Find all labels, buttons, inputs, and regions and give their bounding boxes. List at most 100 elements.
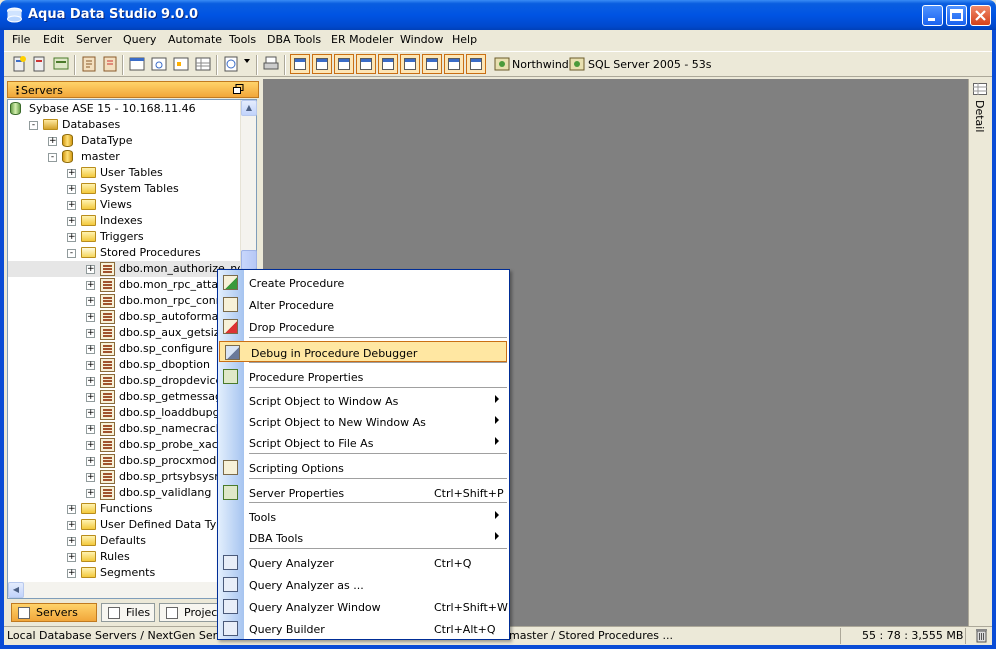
context-menu-item[interactable]: Query Analyzer as ... xyxy=(218,574,509,595)
scroll-up-icon[interactable]: ▲ xyxy=(241,100,257,116)
expand-icon[interactable]: + xyxy=(67,185,76,194)
expand-icon[interactable]: + xyxy=(67,537,76,546)
context-menu-item[interactable]: Create Procedure xyxy=(218,272,509,293)
scroll-left-icon[interactable]: ◀ xyxy=(8,582,24,598)
expand-icon[interactable]: + xyxy=(86,281,95,290)
expand-icon[interactable]: + xyxy=(67,233,76,242)
menu-er-modeler[interactable]: ER Modeler xyxy=(331,33,393,46)
expand-icon[interactable]: + xyxy=(86,425,95,434)
tree-node[interactable]: + dbo.sp_namecrack xyxy=(8,421,248,437)
tree-node[interactable]: - Stored Procedures xyxy=(8,245,248,261)
expand-icon[interactable]: + xyxy=(86,457,95,466)
collapse-icon[interactable]: - xyxy=(29,121,38,130)
context-menu-item[interactable]: Query Builder Ctrl+Alt+Q xyxy=(218,618,509,639)
northwind-connection-label[interactable]: Northwind xyxy=(512,58,569,71)
tree-node[interactable]: + dbo.sp_configure xyxy=(8,341,248,357)
tree-node[interactable]: + Views xyxy=(8,197,248,213)
context-menu-item[interactable]: Script Object to File As xyxy=(218,432,509,453)
context-menu-item[interactable]: Script Object to New Window As xyxy=(218,411,509,432)
sql-server-connection-label[interactable]: SQL Server 2005 - 53s xyxy=(588,58,712,71)
context-menu-item[interactable]: Debug in Procedure Debugger xyxy=(219,341,507,362)
history-dropdown-arrow-icon[interactable] xyxy=(244,59,250,63)
menu-window[interactable]: Window xyxy=(400,33,443,46)
expand-icon[interactable]: + xyxy=(67,521,76,530)
tab-files[interactable]: Files xyxy=(101,603,155,622)
context-menu-item[interactable]: Alter Procedure xyxy=(218,294,509,315)
print-icon[interactable] xyxy=(262,55,280,73)
menu-query[interactable]: Query xyxy=(123,33,156,46)
tree-node[interactable]: + dbo.mon_authorize_non_sa xyxy=(8,261,256,277)
tree-node[interactable]: + Triggers xyxy=(8,229,248,245)
sql-server-connection-icon[interactable] xyxy=(568,55,586,73)
minimize-button[interactable] xyxy=(922,5,943,26)
expand-icon[interactable]: + xyxy=(67,201,76,210)
tree-node[interactable]: + dbo.sp_autoformat xyxy=(8,309,248,325)
context-menu-item[interactable]: Script Object to Window As xyxy=(218,390,509,411)
restore-panel-icon[interactable] xyxy=(233,84,244,95)
tree-node[interactable]: + Rules xyxy=(8,549,248,565)
tab-servers[interactable]: Servers xyxy=(11,603,97,622)
window-layout-7-button[interactable] xyxy=(422,54,442,74)
detail-tab-label[interactable]: Detail xyxy=(973,100,986,132)
expand-icon[interactable]: + xyxy=(86,313,95,322)
tab-projects[interactable]: Projects xyxy=(159,603,221,622)
maximize-button[interactable] xyxy=(946,5,967,26)
collapse-icon[interactable]: - xyxy=(48,153,57,162)
window-layout-1-button[interactable] xyxy=(290,54,310,74)
window-layout-3-button[interactable] xyxy=(334,54,354,74)
context-menu-item[interactable]: Drop Procedure xyxy=(218,316,509,337)
menu-server[interactable]: Server xyxy=(76,33,112,46)
expand-icon[interactable]: + xyxy=(48,137,57,146)
expand-icon[interactable]: + xyxy=(86,441,95,450)
expand-icon[interactable]: + xyxy=(86,329,95,338)
tree-node[interactable]: - Databases xyxy=(8,117,248,133)
tree-node[interactable]: + Indexes xyxy=(8,213,248,229)
expand-icon[interactable]: + xyxy=(67,553,76,562)
collapse-icon[interactable]: - xyxy=(67,249,76,258)
window-layout-4-button[interactable] xyxy=(356,54,376,74)
expand-icon[interactable]: + xyxy=(86,361,95,370)
tree-node[interactable]: + dbo.sp_dropdevice xyxy=(8,373,248,389)
menu-edit[interactable]: Edit xyxy=(43,33,64,46)
tree-node[interactable]: Sybase ASE 15 - 10.168.11.46 xyxy=(8,101,248,117)
query-builder-icon[interactable] xyxy=(172,55,190,73)
expand-icon[interactable]: + xyxy=(86,297,95,306)
tree-node[interactable]: + DataType xyxy=(8,133,248,149)
edit-server-icon[interactable] xyxy=(30,55,48,73)
window-layout-9-button[interactable] xyxy=(466,54,486,74)
tree-scroll-thumb[interactable] xyxy=(241,250,257,270)
expand-icon[interactable]: + xyxy=(86,489,95,498)
tree-node[interactable]: + dbo.sp_probe_xact xyxy=(8,437,248,453)
tree-node[interactable]: + User Tables xyxy=(8,165,248,181)
trash-icon[interactable] xyxy=(975,628,988,643)
menu-tools[interactable]: Tools xyxy=(229,33,256,46)
expand-icon[interactable]: + xyxy=(86,393,95,402)
context-menu-item[interactable]: Procedure Properties xyxy=(218,366,509,387)
connect-icon[interactable] xyxy=(80,55,98,73)
table-data-editor-icon[interactable] xyxy=(194,55,212,73)
title-bar[interactable]: Aqua Data Studio 9.0.0 xyxy=(0,0,996,30)
context-menu-item[interactable]: Server Properties Ctrl+Shift+P xyxy=(218,482,509,503)
expand-icon[interactable]: + xyxy=(67,217,76,226)
context-menu-item[interactable]: Query Analyzer Window Ctrl+Shift+W xyxy=(218,596,509,617)
menu-dba-tools[interactable]: DBA Tools xyxy=(267,33,321,46)
tree-node[interactable]: + dbo.sp_procxmode xyxy=(8,453,248,469)
menu-automate[interactable]: Automate xyxy=(168,33,222,46)
menu-help[interactable]: Help xyxy=(452,33,477,46)
expand-icon[interactable]: + xyxy=(86,409,95,418)
tree-node[interactable]: + dbo.mon_rpc_attach xyxy=(8,277,248,293)
tree-node[interactable]: + dbo.sp_loaddbupgrade xyxy=(8,405,248,421)
menu-file[interactable]: File xyxy=(12,33,30,46)
query-analyzer-icon[interactable] xyxy=(150,55,168,73)
new-server-icon[interactable] xyxy=(10,55,28,73)
tree-node[interactable]: + dbo.sp_dboption xyxy=(8,357,248,373)
expand-icon[interactable]: + xyxy=(86,473,95,482)
northwind-connection-icon[interactable] xyxy=(493,55,511,73)
history-icon[interactable] xyxy=(222,55,240,73)
expand-icon[interactable]: + xyxy=(86,265,95,274)
server-group-icon[interactable] xyxy=(52,55,70,73)
tree-node[interactable]: + Defaults xyxy=(8,533,248,549)
expand-icon[interactable]: + xyxy=(67,505,76,514)
disconnect-icon[interactable] xyxy=(101,55,119,73)
expand-icon[interactable]: + xyxy=(86,377,95,386)
